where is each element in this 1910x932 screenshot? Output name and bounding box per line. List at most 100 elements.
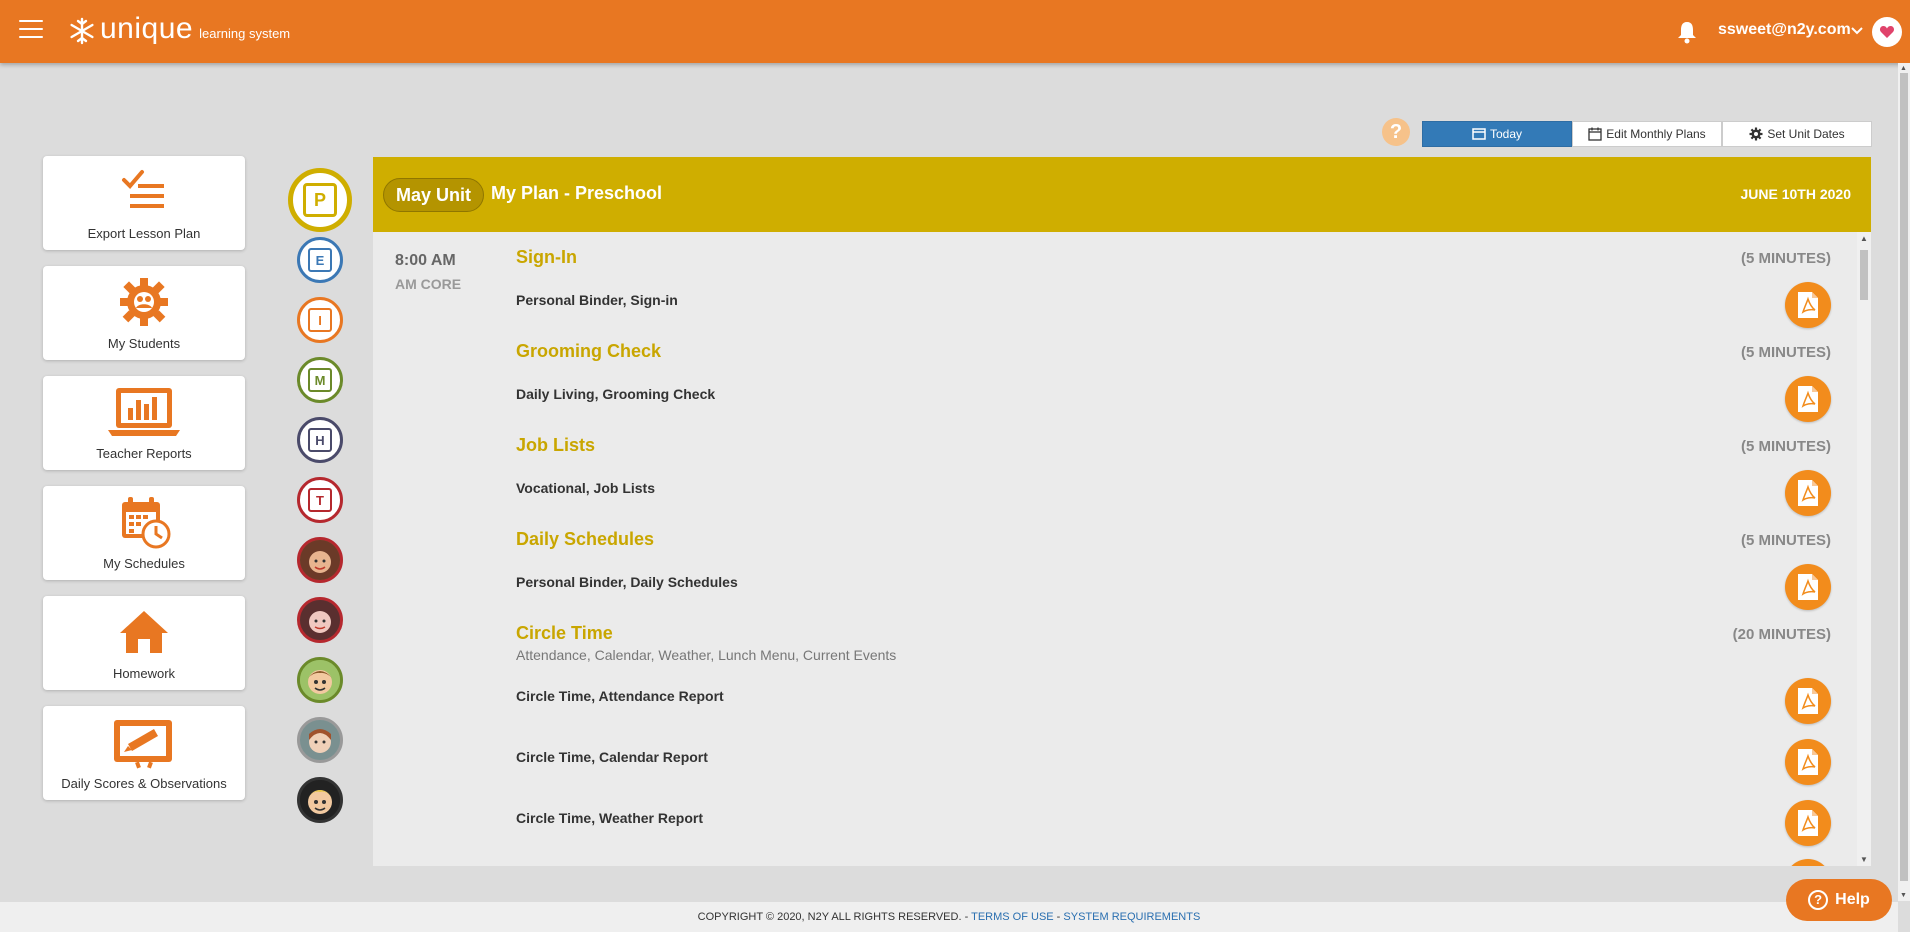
activity-item[interactable]: Personal Binder, Sign-in xyxy=(516,292,678,308)
student-avatar[interactable] xyxy=(297,537,343,583)
activity-title[interactable]: Grooming Check xyxy=(516,341,661,362)
pdf-icon xyxy=(1798,810,1818,836)
activity-title[interactable]: Job Lists xyxy=(516,435,595,456)
plan-circle-t[interactable]: T xyxy=(297,477,343,523)
pdf-icon xyxy=(1798,292,1818,318)
sidebar-item-teacher-reports[interactable]: Teacher Reports xyxy=(43,376,245,470)
activity-duration: (5 MINUTES) xyxy=(1741,344,1831,361)
student-photo-icon xyxy=(300,720,340,760)
scroll-down-arrow-icon[interactable]: ▼ xyxy=(1860,855,1868,864)
plan-circle-m[interactable]: M xyxy=(297,357,343,403)
scroll-down-arrow-icon[interactable]: ▼ xyxy=(1900,892,1907,899)
pdf-download-button[interactable] xyxy=(1785,739,1831,785)
pdf-download-button[interactable] xyxy=(1785,859,1831,866)
scroll-up-arrow-icon[interactable]: ▲ xyxy=(1860,234,1868,243)
sidebar-item-my-students[interactable]: My Students xyxy=(43,266,245,360)
time-block: 8:00 AM AM CORE xyxy=(395,252,461,292)
plan-scroll-thumb[interactable] xyxy=(1860,250,1868,300)
sidebar-item-homework[interactable]: Homework xyxy=(43,596,245,690)
today-label: Today xyxy=(1489,127,1523,141)
plan-header: May Unit My Plan - Preschool JUNE 10TH 2… xyxy=(373,157,1871,232)
time-label: 8:00 AM xyxy=(395,252,456,269)
activity-item[interactable]: Daily Living, Grooming Check xyxy=(516,386,715,402)
plan-title: My Plan - Preschool xyxy=(491,183,663,203)
gear-students-icon xyxy=(120,278,168,326)
help-button[interactable]: ? Help xyxy=(1786,879,1892,921)
student-avatar[interactable] xyxy=(297,657,343,703)
monitor-icon xyxy=(1472,128,1486,140)
plan-circle-e[interactable]: E xyxy=(297,237,343,283)
pdf-download-button[interactable] xyxy=(1785,564,1831,610)
pdf-download-button[interactable] xyxy=(1785,282,1831,328)
heart-avatar-icon xyxy=(1879,26,1895,38)
plan-body: 8:00 AM AM CORE Sign-In (5 MINUTES) Pers… xyxy=(373,232,1871,866)
activity-duration: (5 MINUTES) xyxy=(1741,250,1831,267)
activity-item[interactable]: Vocational, Job Lists xyxy=(516,480,655,496)
pdf-download-button[interactable] xyxy=(1785,678,1831,724)
sidebar-item-label: Homework xyxy=(112,666,176,681)
student-avatar[interactable] xyxy=(297,717,343,763)
activity-duration: (5 MINUTES) xyxy=(1741,532,1831,549)
sidebar-item-label: Daily Scores & Observations xyxy=(61,776,227,791)
scroll-up-arrow-icon[interactable]: ▲ xyxy=(1900,65,1907,72)
calendar-m-icon: M xyxy=(308,368,332,392)
plan-circle-p[interactable]: P xyxy=(288,168,352,232)
top-bar: unique learning system ssweet@n2y.com xyxy=(0,0,1910,63)
house-icon xyxy=(120,611,168,653)
system-requirements-link[interactable]: SYSTEM REQUIREMENTS xyxy=(1063,911,1200,923)
pdf-download-button[interactable] xyxy=(1785,800,1831,846)
activity-item[interactable]: Personal Binder, Daily Schedules xyxy=(516,574,738,590)
block-label: AM CORE xyxy=(395,276,462,292)
sidebar-item-my-schedules[interactable]: My Schedules xyxy=(43,486,245,580)
user-email[interactable]: ssweet@n2y.com xyxy=(1718,21,1851,39)
calendar-e-icon: E xyxy=(308,248,332,272)
help-question-icon[interactable]: ? xyxy=(1382,118,1410,146)
calendar-p-icon: P xyxy=(303,183,337,217)
page-scroll-thumb[interactable] xyxy=(1900,73,1908,881)
calendar-clock-icon xyxy=(122,497,171,549)
user-avatar[interactable] xyxy=(1872,17,1902,47)
set-unit-dates-label: Set Unit Dates xyxy=(1767,127,1845,141)
set-unit-dates-button[interactable]: Set Unit Dates xyxy=(1722,121,1872,147)
pdf-download-button[interactable] xyxy=(1785,376,1831,422)
today-button[interactable]: Today xyxy=(1422,121,1572,147)
sidebar-item-label: My Students xyxy=(107,336,181,351)
activity-title[interactable]: Daily Schedules xyxy=(516,529,654,550)
pdf-icon xyxy=(1798,574,1818,600)
circle-letter: I xyxy=(318,312,322,328)
cartoon-boy-avatar-icon xyxy=(300,660,340,700)
logo-word: unique xyxy=(100,12,194,45)
activity-duration: (5 MINUTES) xyxy=(1741,438,1831,455)
activity-item[interactable]: Circle Time, Calendar Report xyxy=(516,749,708,765)
pdf-download-button[interactable] xyxy=(1785,470,1831,516)
activity-title[interactable]: Sign-In xyxy=(516,247,577,268)
help-label: Help xyxy=(1835,891,1870,908)
student-avatar[interactable] xyxy=(297,597,343,643)
notification-bell-icon[interactable] xyxy=(1676,20,1698,44)
circle-letter: H xyxy=(315,432,325,448)
app-logo[interactable]: unique learning system xyxy=(68,13,290,45)
hamburger-menu-icon[interactable] xyxy=(19,20,43,38)
clipboard-pencil-icon xyxy=(114,720,172,769)
checklist-icon xyxy=(122,170,164,208)
activity-title[interactable]: Circle Time xyxy=(516,623,613,644)
circle-letter: M xyxy=(314,372,326,388)
edit-monthly-plans-button[interactable]: Edit Monthly Plans xyxy=(1572,121,1722,147)
plan-circle-i[interactable]: I xyxy=(297,297,343,343)
terms-of-use-link[interactable]: TERMS OF USE xyxy=(971,911,1054,923)
plan-date: JUNE 10TH 2020 xyxy=(1740,186,1851,202)
gear-icon xyxy=(1749,127,1763,141)
unit-selector[interactable]: May Unit xyxy=(383,178,485,212)
activity-description: Attendance, Calendar, Weather, Lunch Men… xyxy=(516,647,897,663)
activity-item[interactable]: Circle Time, Weather Report xyxy=(516,810,703,826)
chevron-down-icon[interactable] xyxy=(1850,25,1864,37)
student-avatar[interactable] xyxy=(297,777,343,823)
sidebar-item-daily-scores[interactable]: Daily Scores & Observations xyxy=(43,706,245,800)
activity-item[interactable]: Circle Time, Attendance Report xyxy=(516,688,724,704)
page-scrollbar[interactable]: ▲ ▼ xyxy=(1898,63,1910,901)
help-question-icon: ? xyxy=(1808,890,1829,910)
plan-circle-h[interactable]: H xyxy=(297,417,343,463)
plan-scrollbar[interactable]: ▲ ▼ xyxy=(1857,232,1871,866)
sidebar-item-export-lesson-plan[interactable]: Export Lesson Plan xyxy=(43,156,245,250)
pdf-icon xyxy=(1798,749,1818,775)
